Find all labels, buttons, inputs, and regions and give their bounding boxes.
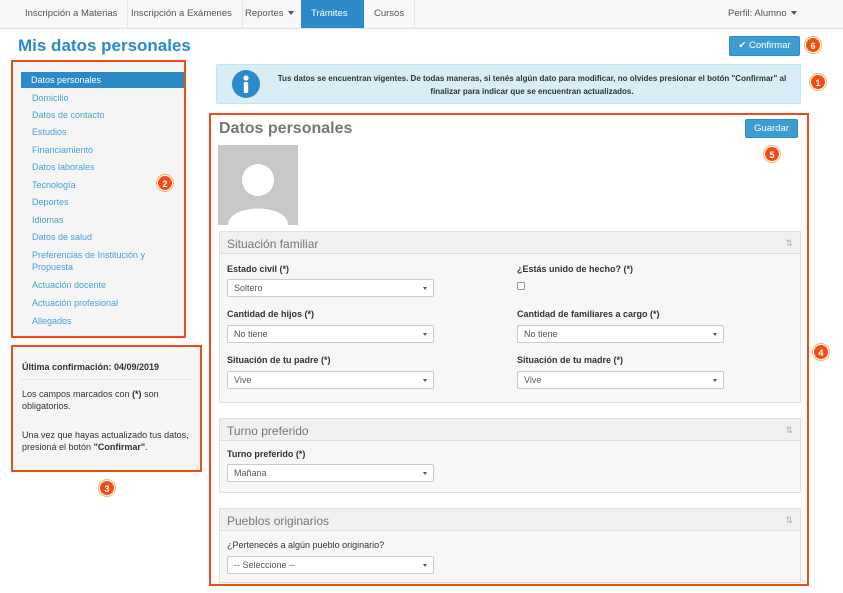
peoples-section: Pueblos originarios ⇅ ¿Pertenecés a algú…	[219, 508, 801, 583]
annotation-box-3	[11, 345, 202, 472]
nav-tramites[interactable]: Trámites	[301, 0, 364, 28]
chevron-down-icon	[423, 333, 427, 336]
profile-menu[interactable]: Perfil: Alumno	[728, 0, 797, 28]
nav-cursos[interactable]: Cursos	[364, 0, 416, 28]
turno-value: Mañana	[234, 468, 267, 478]
collapse-icon[interactable]: ⇅	[785, 515, 793, 526]
estado-civil-select[interactable]: Soltero	[227, 279, 434, 297]
nav-reportes-label: Reportes	[245, 8, 284, 19]
madre-select[interactable]: Vive	[517, 371, 724, 389]
nav-inscripcion-materias[interactable]: Inscripción a Materias	[15, 0, 129, 28]
hijos-label: Cantidad de hijos (*)	[227, 309, 315, 319]
estado-civil-value: Soltero	[234, 283, 263, 293]
familiares-value: No tiene	[524, 329, 558, 339]
familiares-select[interactable]: No tiene	[517, 325, 724, 343]
chevron-down-icon	[713, 333, 717, 336]
annotation-badge-4: 4	[813, 344, 829, 360]
padre-select[interactable]: Vive	[227, 371, 434, 389]
annotation-badge-5: 5	[764, 146, 780, 162]
hijos-select[interactable]: No tiene	[227, 325, 434, 343]
page-title: Mis datos personales	[18, 36, 191, 55]
annotation-box-2	[11, 60, 186, 338]
padre-value: Vive	[234, 375, 252, 385]
collapse-icon[interactable]: ⇅	[785, 238, 793, 249]
chevron-down-icon	[423, 287, 427, 290]
shift-section-header: Turno preferido ⇅	[220, 419, 800, 441]
padre-label: Situación de tu padre (*)	[227, 355, 331, 365]
union-label: ¿Estás unido de hecho? (*)	[517, 264, 634, 274]
nav-inscripcion-examenes[interactable]: Inscripción a Exámenes	[121, 0, 243, 28]
familiares-label: Cantidad de familiares a cargo (*)	[517, 309, 660, 319]
estado-civil-label: Estado civil (*)	[227, 264, 290, 274]
turno-label: Turno preferido (*)	[227, 449, 306, 459]
turno-select[interactable]: Mañana	[227, 464, 434, 482]
info-icon	[232, 70, 260, 98]
confirm-button[interactable]: ✔ Confirmar	[729, 36, 800, 56]
chevron-down-icon	[423, 379, 427, 382]
family-section-header: Situación familiar ⇅	[220, 232, 800, 254]
family-section: Situación familiar ⇅ Estado civil (*) So…	[219, 231, 801, 403]
info-alert: Tus datos se encuentran vigentes. De tod…	[216, 64, 801, 104]
union-checkbox[interactable]	[517, 282, 525, 290]
user-silhouette-icon	[228, 164, 288, 225]
annotation-badge-2: 2	[157, 175, 173, 191]
section-title-datos-personales: Datos personales	[219, 120, 353, 137]
chevron-down-icon	[423, 472, 427, 475]
alert-message: Tus datos se encuentran vigentes. De tod…	[277, 74, 787, 96]
chevron-down-icon	[790, 11, 797, 16]
peoples-section-header: Pueblos originarios ⇅	[220, 509, 800, 531]
collapse-icon[interactable]: ⇅	[785, 425, 793, 436]
annotation-badge-1: 1	[810, 74, 826, 90]
save-button[interactable]: Guardar	[745, 119, 798, 138]
avatar[interactable]	[218, 145, 298, 225]
hijos-value: No tiene	[234, 329, 268, 339]
chevron-down-icon	[287, 11, 294, 16]
madre-label: Situación de tu madre (*)	[517, 355, 624, 365]
top-navbar: Inscripción a Materias Inscripción a Exá…	[0, 0, 843, 29]
profile-label: Perfil: Alumno	[728, 8, 787, 19]
nav-reportes[interactable]: Reportes	[235, 0, 305, 28]
shift-section-title: Turno preferido	[227, 424, 309, 438]
annotation-badge-3: 3	[99, 480, 115, 496]
chevron-down-icon	[423, 564, 427, 567]
pueblo-value: -- Seleccione --	[234, 560, 296, 570]
shift-section: Turno preferido ⇅ Turno preferido (*) Ma…	[219, 418, 801, 493]
annotation-badge-6: 6	[805, 37, 821, 53]
pueblo-label: ¿Pertenecés a algún pueblo originario?	[227, 540, 385, 550]
chevron-down-icon	[713, 379, 717, 382]
pueblo-select[interactable]: -- Seleccione --	[227, 556, 434, 574]
check-icon: ✔	[738, 40, 747, 51]
family-section-title: Situación familiar	[227, 237, 319, 251]
madre-value: Vive	[524, 375, 542, 385]
peoples-section-title: Pueblos originarios	[227, 514, 330, 528]
confirm-label: Confirmar	[748, 40, 791, 51]
